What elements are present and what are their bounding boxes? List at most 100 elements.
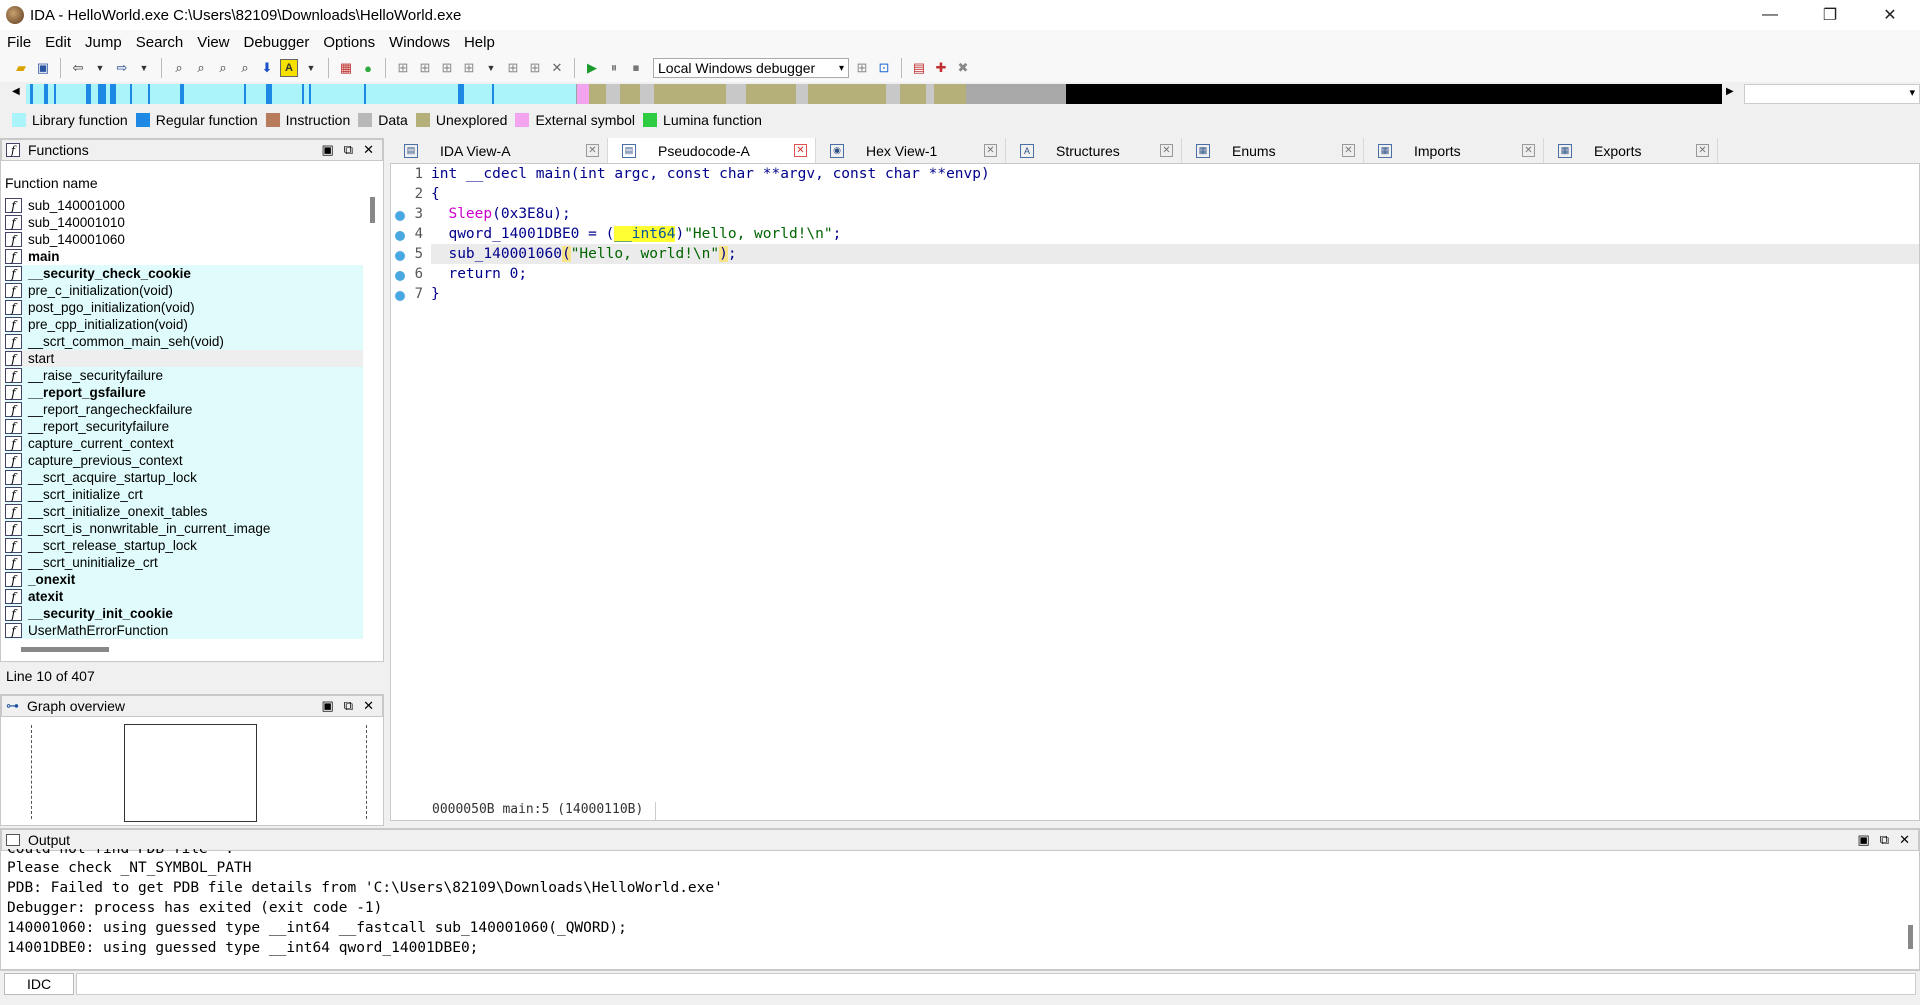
function-list-item[interactable]: f __scrt_initialize_onexit_tables — [5, 503, 363, 520]
forward-dropdown-icon[interactable]: ▼ — [135, 59, 153, 77]
tab-structures[interactable]: A Structures ✕ — [1006, 138, 1182, 163]
nav-left-arrow-icon[interactable]: ◀ — [12, 86, 20, 97]
maximize-icon[interactable]: ▣ — [322, 142, 334, 158]
function-list-item[interactable]: f __raise_securityfailure — [5, 367, 363, 384]
tab-close-icon[interactable]: ✕ — [984, 144, 997, 157]
tab-imports[interactable]: ▦ Imports ✕ — [1364, 138, 1544, 163]
function-list-item[interactable]: f capture_previous_context — [5, 452, 363, 469]
play-icon[interactable]: ▶ — [583, 59, 601, 77]
code-line-1[interactable]: int __cdecl main(int argc, const char **… — [431, 164, 1919, 184]
debugger-select[interactable]: Local Windows debugger ▾ — [653, 58, 849, 78]
function-list-item[interactable]: f _onexit — [5, 571, 363, 588]
function-list-item[interactable]: f main — [5, 248, 363, 265]
menu-windows[interactable]: Windows — [382, 34, 457, 51]
maximize-icon[interactable]: ▣ — [322, 698, 334, 714]
function-list-item[interactable]: f __scrt_initialize_crt — [5, 486, 363, 503]
function-list-item[interactable]: f __scrt_is_nonwritable_in_current_image — [5, 520, 363, 537]
menu-jump[interactable]: Jump — [78, 34, 129, 51]
stop-icon[interactable]: ⏹ — [627, 59, 645, 77]
function-list-item[interactable]: f pre_cpp_initialization(void) — [5, 316, 363, 333]
output-scrollbar-thumb[interactable] — [1908, 925, 1913, 949]
graph-tool-6-icon[interactable]: ⊞ — [526, 59, 544, 77]
nav-address-combo[interactable]: ▾ — [1744, 84, 1920, 104]
close-icon[interactable]: ✕ — [1899, 832, 1910, 848]
search-immediate-icon[interactable]: ⌕ — [214, 59, 232, 77]
save-icon[interactable]: ▣ — [34, 59, 52, 77]
function-list-item[interactable]: f __security_check_cookie — [5, 265, 363, 282]
code-line-6[interactable]: return 0; — [431, 264, 1919, 284]
tab-pseudocode-a[interactable]: ▤ Pseudocode-A ✕ — [608, 138, 816, 163]
function-list-item[interactable]: f pre_c_initialization(void) — [5, 282, 363, 299]
menu-file[interactable]: File — [0, 34, 38, 51]
search-text-icon[interactable]: ⌕ — [192, 59, 210, 77]
output-log[interactable]: Could not find PDB file . Please check _… — [7, 849, 1897, 958]
remove-breakpoint-icon[interactable]: ✖ — [954, 59, 972, 77]
function-list-item[interactable]: f start — [5, 350, 363, 367]
tab-close-icon[interactable]: ✕ — [1342, 144, 1355, 157]
back-dropdown-icon[interactable]: ▼ — [91, 59, 109, 77]
function-list-item[interactable]: f __security_init_cookie — [5, 605, 363, 622]
idc-command-input[interactable] — [76, 972, 1916, 995]
function-list-item[interactable]: f sub_140001000 — [5, 197, 363, 214]
nav-right-arrow-icon[interactable]: ▶ — [1726, 86, 1734, 97]
function-call[interactable]: Sleep — [448, 206, 492, 222]
menu-search[interactable]: Search — [129, 34, 191, 51]
menu-edit[interactable]: Edit — [38, 34, 78, 51]
graph-tool-5-icon[interactable]: ⊞ — [504, 59, 522, 77]
functions-horizontal-scrollbar[interactable] — [21, 647, 109, 652]
pause-icon[interactable]: ⏸ — [605, 59, 623, 77]
function-name-column-header[interactable]: Function name — [5, 175, 98, 191]
color-dropdown-icon[interactable]: ▼ — [302, 59, 320, 77]
function-list-item[interactable]: f __scrt_acquire_startup_lock — [5, 469, 363, 486]
restore-button[interactable]: ❐ — [1800, 0, 1860, 30]
search-next-icon[interactable]: ⌕ — [236, 59, 254, 77]
graph-tool-4-icon[interactable]: ⊞ — [460, 59, 478, 77]
function-call[interactable]: sub_140001060 — [448, 246, 562, 262]
function-list-item[interactable]: f __report_gsfailure — [5, 384, 363, 401]
function-list-item[interactable]: f UserMathErrorFunction — [5, 622, 363, 639]
menu-view[interactable]: View — [190, 34, 236, 51]
idc-language-button[interactable]: IDC — [4, 972, 74, 995]
code-line-5-current[interactable]: sub_140001060("Hello, world!\n"); — [431, 244, 1919, 264]
code-line-4[interactable]: qword_14001DBE0 = (__int64)"Hello, world… — [431, 224, 1919, 244]
graph-tool-1-icon[interactable]: ⊞ — [394, 59, 412, 77]
highlighted-type[interactable]: __int64 — [614, 226, 676, 242]
back-arrow-icon[interactable]: ⇦ — [69, 59, 87, 77]
function-list-item[interactable]: f sub_140001060 — [5, 231, 363, 248]
graph-tool-2-icon[interactable]: ⊞ — [416, 59, 434, 77]
function-list-item[interactable]: f __report_securityfailure — [5, 418, 363, 435]
tab-close-icon[interactable]: ✕ — [1522, 144, 1535, 157]
code-line-7[interactable]: } — [431, 284, 1919, 304]
tab-close-icon[interactable]: ✕ — [1160, 144, 1173, 157]
graph-overview-viewport[interactable] — [124, 724, 257, 822]
function-list-item[interactable]: f __scrt_common_main_seh(void) — [5, 333, 363, 350]
forward-arrow-icon[interactable]: ⇨ — [113, 59, 131, 77]
open-folder-icon[interactable]: ▰ — [12, 59, 30, 77]
breakpoint-list-icon[interactable]: ▤ — [910, 59, 928, 77]
float-icon[interactable]: ⧉ — [344, 698, 353, 714]
tab-close-icon[interactable]: ✕ — [1696, 144, 1709, 157]
function-list-item[interactable]: f __scrt_uninitialize_crt — [5, 554, 363, 571]
code-line-3[interactable]: Sleep(0x3E8u); — [431, 204, 1919, 224]
close-icon[interactable]: ✕ — [363, 142, 374, 158]
debug-option-2-icon[interactable]: ⊡ — [875, 59, 893, 77]
function-list-item[interactable]: f __report_rangecheckfailure — [5, 401, 363, 418]
float-icon[interactable]: ⧉ — [1880, 832, 1889, 848]
menu-options[interactable]: Options — [316, 34, 382, 51]
maximize-icon[interactable]: ▣ — [1858, 832, 1870, 848]
tab-exports[interactable]: ▦ Exports ✕ — [1544, 138, 1718, 163]
search-binary-icon[interactable]: ⌕ — [170, 59, 188, 77]
tab-hex-view-1[interactable]: ◉ Hex View-1 ✕ — [816, 138, 1006, 163]
debug-option-1-icon[interactable]: ⊞ — [853, 59, 871, 77]
close-icon[interactable]: ✕ — [363, 698, 374, 714]
text-color-icon[interactable]: A — [280, 59, 298, 77]
float-icon[interactable]: ⧉ — [344, 142, 353, 158]
add-breakpoint-icon[interactable]: ✚ — [932, 59, 950, 77]
tab-close-icon[interactable]: ✕ — [586, 144, 599, 157]
graph-tool-3-icon[interactable]: ⊞ — [438, 59, 456, 77]
function-list-item[interactable]: f capture_current_context — [5, 435, 363, 452]
tab-close-icon[interactable]: ✕ — [794, 144, 807, 157]
function-list-item[interactable]: f sub_140001010 — [5, 214, 363, 231]
function-list-item[interactable]: f atexit — [5, 588, 363, 605]
patch-icon[interactable]: ▦ — [337, 59, 355, 77]
